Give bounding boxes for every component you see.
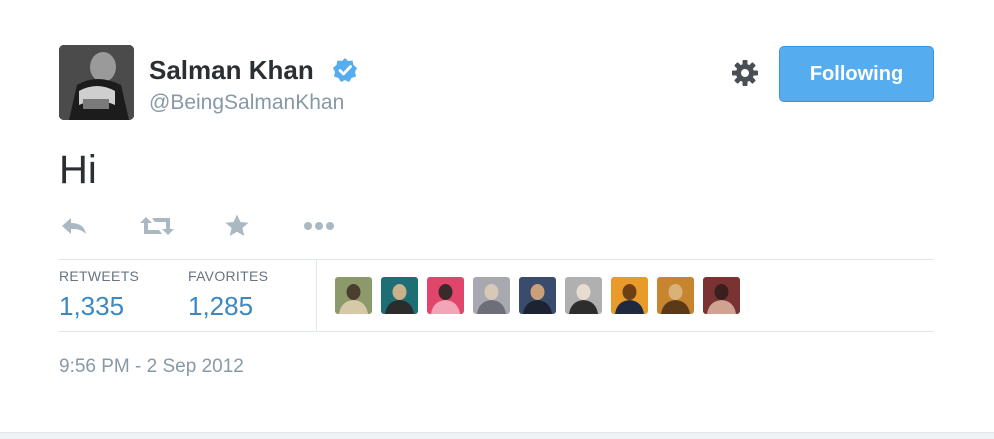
retweets-count[interactable]: 1,335 (59, 290, 124, 322)
reply-icon[interactable] (60, 212, 88, 240)
retweet-icon[interactable] (139, 212, 175, 240)
favoriter-avatar[interactable] (519, 277, 556, 314)
star-icon[interactable] (224, 212, 250, 240)
favoriter-avatar[interactable] (703, 277, 740, 314)
retweets-label[interactable]: RETWEETS (59, 268, 139, 284)
favoriter-avatar[interactable] (657, 277, 694, 314)
stats-top-divider (59, 259, 934, 260)
verified-badge-icon (332, 57, 358, 83)
favoriter-avatar[interactable] (473, 277, 510, 314)
favoriter-avatar[interactable] (611, 277, 648, 314)
favorites-count[interactable]: 1,285 (188, 290, 253, 322)
tweet-timestamp[interactable]: 9:56 PM - 2 Sep 2012 (59, 355, 244, 379)
user-fullname[interactable]: Salman Khan (149, 55, 314, 85)
avatar[interactable] (59, 45, 134, 120)
favoriter-avatar[interactable] (381, 277, 418, 314)
more-icon[interactable] (303, 212, 335, 240)
favoriter-avatar[interactable] (427, 277, 464, 314)
favoriter-avatar[interactable] (335, 277, 372, 314)
following-button[interactable]: Following (779, 46, 934, 102)
user-handle[interactable]: @BeingSalmanKhan (149, 90, 344, 116)
favorites-label[interactable]: FAVORITES (188, 268, 268, 284)
tweet-card: Salman Khan @BeingSalmanKhan Following H… (0, 0, 994, 439)
stats-bottom-divider (59, 331, 934, 332)
bottom-bar (0, 432, 994, 439)
stats-vertical-divider (316, 260, 317, 332)
favoriter-avatar[interactable] (565, 277, 602, 314)
favoriters-list (335, 277, 740, 314)
gear-icon[interactable] (730, 58, 760, 88)
tweet-text: Hi (59, 148, 97, 192)
